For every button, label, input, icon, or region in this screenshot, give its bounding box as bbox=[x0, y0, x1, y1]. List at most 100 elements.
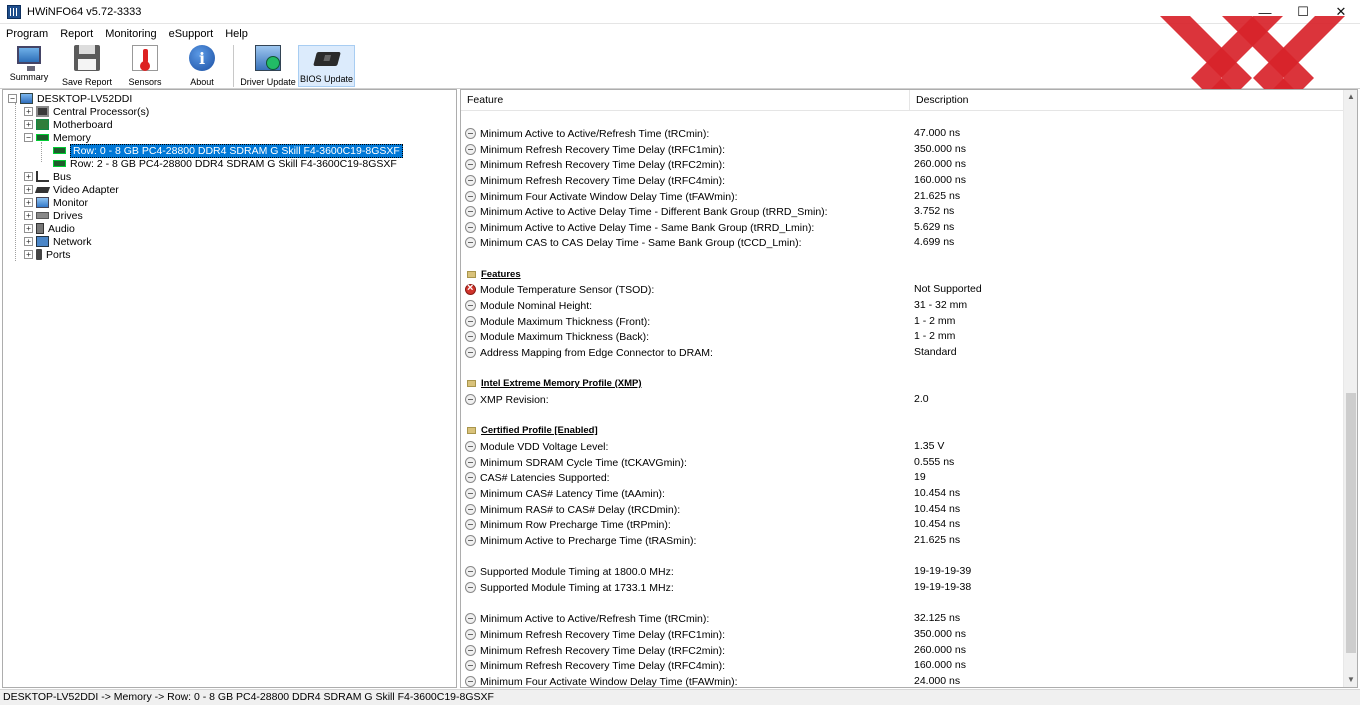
list-item[interactable]: Minimum Active to Active/Refresh Time (t… bbox=[465, 611, 709, 626]
list-item[interactable]: Minimum Refresh Recovery Time Delay (tRF… bbox=[465, 658, 725, 673]
description-value: 1 - 2 mm bbox=[914, 315, 956, 327]
list-item[interactable]: Module Maximum Thickness (Front): bbox=[465, 314, 650, 329]
list-item[interactable]: CAS# Latencies Supported: bbox=[465, 470, 610, 485]
summary-button[interactable]: Summary bbox=[6, 45, 52, 87]
tree-node-monitor[interactable]: + Monitor bbox=[24, 196, 88, 209]
description-value: 260.000 ns bbox=[914, 644, 966, 656]
menu-help[interactable]: Help bbox=[219, 28, 254, 40]
toolbar-separator bbox=[233, 45, 234, 87]
list-item[interactable]: Minimum RAS# to CAS# Delay (tRCDmin): bbox=[465, 502, 680, 517]
list-item[interactable]: Minimum Four Activate Window Delay Time … bbox=[465, 674, 738, 687]
menu-bar: Program Report Monitoring eSupport Help bbox=[0, 26, 254, 42]
collapse-icon[interactable]: − bbox=[24, 133, 33, 142]
description-value: 160.000 ns bbox=[914, 659, 966, 671]
menu-program[interactable]: Program bbox=[0, 28, 54, 40]
list-item[interactable]: Minimum CAS# Latency Time (tAAmin): bbox=[465, 486, 665, 501]
list-item[interactable]: Module VDD Voltage Level: bbox=[465, 439, 608, 454]
folder-icon bbox=[467, 427, 476, 434]
vertical-scrollbar[interactable]: ▲ ▼ bbox=[1343, 90, 1357, 687]
description-value: 260.000 ns bbox=[914, 158, 966, 170]
tree-node-memory-row-2[interactable]: Row: 2 - 8 GB PC4-28800 DDR4 SDRAM G Ski… bbox=[53, 157, 397, 170]
tree-node-bus[interactable]: + Bus bbox=[24, 170, 71, 183]
list-item[interactable]: Minimum Refresh Recovery Time Delay (tRF… bbox=[465, 142, 725, 157]
section-header[interactable]: Features bbox=[465, 267, 521, 282]
tree-node-cpu[interactable]: + Central Processor(s) bbox=[24, 105, 149, 118]
info-bullet-icon bbox=[465, 175, 476, 186]
list-item[interactable]: Supported Module Timing at 1800.0 MHz: bbox=[465, 564, 674, 579]
tree-node-network[interactable]: + Network bbox=[24, 235, 92, 248]
section-header[interactable]: Certified Profile [Enabled] bbox=[465, 423, 598, 438]
tree-line bbox=[15, 103, 16, 261]
list-item[interactable]: Minimum Active to Active Delay Time - Sa… bbox=[465, 220, 814, 235]
list-item[interactable]: Module Maximum Thickness (Back): bbox=[465, 329, 649, 344]
collapse-icon[interactable]: − bbox=[8, 94, 17, 103]
tree-node-memory-row-0[interactable]: Row: 0 - 8 GB PC4-28800 DDR4 SDRAM G Ski… bbox=[53, 143, 403, 158]
tree-node-video-adapter[interactable]: + Video Adapter bbox=[24, 183, 119, 196]
menu-monitoring[interactable]: Monitoring bbox=[99, 28, 162, 40]
feature-label: Module Temperature Sensor (TSOD): bbox=[480, 283, 655, 296]
expand-icon[interactable]: + bbox=[24, 224, 33, 233]
maximize-button[interactable]: ☐ bbox=[1284, 0, 1322, 24]
expand-icon[interactable]: + bbox=[24, 172, 33, 181]
tree-node-audio[interactable]: + Audio bbox=[24, 222, 75, 235]
section-header[interactable]: Intel Extreme Memory Profile (XMP) bbox=[465, 376, 641, 391]
info-bullet-icon bbox=[465, 222, 476, 233]
tree-node-ports[interactable]: + Ports bbox=[24, 248, 71, 261]
list-item[interactable]: Module Temperature Sensor (TSOD): bbox=[465, 282, 654, 297]
bios-update-button[interactable]: BIOS Update bbox=[298, 45, 355, 87]
list-item[interactable]: Minimum Refresh Recovery Time Delay (tRF… bbox=[465, 627, 725, 642]
description-value: 24.000 ns bbox=[914, 675, 961, 687]
scroll-down-icon[interactable]: ▼ bbox=[1344, 673, 1357, 687]
description-value: 10.454 ns bbox=[914, 487, 961, 499]
menu-esupport[interactable]: eSupport bbox=[163, 28, 220, 40]
info-bullet-icon bbox=[465, 472, 476, 483]
expand-icon[interactable]: + bbox=[24, 185, 33, 194]
minimize-button[interactable]: — bbox=[1246, 0, 1284, 24]
info-bullet-icon bbox=[465, 191, 476, 202]
list-item[interactable]: Minimum Refresh Recovery Time Delay (tRF… bbox=[465, 173, 725, 188]
column-header-feature[interactable]: Feature bbox=[461, 90, 909, 111]
about-button[interactable]: i About bbox=[181, 45, 223, 87]
description-value: 1 - 2 mm bbox=[914, 330, 956, 342]
expand-icon[interactable]: + bbox=[24, 198, 33, 207]
expand-icon[interactable]: + bbox=[24, 211, 33, 220]
list-item[interactable]: Minimum CAS to CAS Delay Time - Same Ban… bbox=[465, 235, 802, 250]
list-item[interactable]: Minimum Four Activate Window Delay Time … bbox=[465, 189, 738, 204]
tree-line bbox=[41, 142, 42, 162]
list-header: Feature Description bbox=[461, 90, 1345, 111]
list-item[interactable]: Minimum Refresh Recovery Time Delay (tRF… bbox=[465, 157, 725, 172]
list-item[interactable]: XMP Revision: bbox=[465, 392, 549, 407]
scroll-thumb[interactable] bbox=[1346, 393, 1356, 653]
list-item[interactable]: Supported Module Timing at 1733.1 MHz: bbox=[465, 580, 674, 595]
feature-label: Minimum Refresh Recovery Time Delay (tRF… bbox=[480, 158, 726, 171]
list-item[interactable]: Minimum Active to Active Delay Time - Di… bbox=[465, 204, 828, 219]
feature-label: Module VDD Voltage Level: bbox=[480, 440, 609, 453]
tree-node-label: Audio bbox=[48, 222, 75, 235]
scroll-up-icon[interactable]: ▲ bbox=[1344, 90, 1357, 104]
tree-node-memory[interactable]: − Memory bbox=[24, 131, 91, 144]
list-item[interactable]: Address Mapping from Edge Connector to D… bbox=[465, 345, 713, 360]
list-item[interactable]: Minimum SDRAM Cycle Time (tCKAVGmin): bbox=[465, 455, 687, 470]
sensors-button[interactable]: Sensors bbox=[124, 45, 166, 87]
expand-icon[interactable]: + bbox=[24, 250, 33, 259]
tree-node-root[interactable]: − DESKTOP-LV52DDI bbox=[8, 92, 132, 105]
expand-icon[interactable]: + bbox=[24, 120, 33, 129]
description-value: 5.629 ns bbox=[914, 221, 955, 233]
info-bullet-icon bbox=[465, 676, 476, 687]
list-item[interactable]: Minimum Row Precharge Time (tRPmin): bbox=[465, 517, 671, 532]
driver-update-icon bbox=[255, 45, 281, 71]
column-header-description[interactable]: Description bbox=[910, 90, 1345, 111]
list-item[interactable]: Minimum Refresh Recovery Time Delay (tRF… bbox=[465, 643, 725, 658]
expand-icon[interactable]: + bbox=[24, 237, 33, 246]
driver-update-button[interactable]: Driver Update bbox=[240, 45, 296, 87]
tree-node-drives[interactable]: + Drives bbox=[24, 209, 83, 222]
expand-icon[interactable]: + bbox=[24, 107, 33, 116]
list-item[interactable]: Minimum Active to Precharge Time (tRASmi… bbox=[465, 533, 696, 548]
tree-node-motherboard[interactable]: + Motherboard bbox=[24, 118, 113, 131]
close-button[interactable]: ✕ bbox=[1322, 0, 1360, 24]
tree-node-label: Central Processor(s) bbox=[53, 105, 150, 118]
list-item[interactable]: Module Nominal Height: bbox=[465, 298, 592, 313]
list-item[interactable]: Minimum Active to Active/Refresh Time (t… bbox=[465, 126, 709, 141]
menu-report[interactable]: Report bbox=[54, 28, 99, 40]
save-report-button[interactable]: Save Report bbox=[60, 45, 114, 87]
